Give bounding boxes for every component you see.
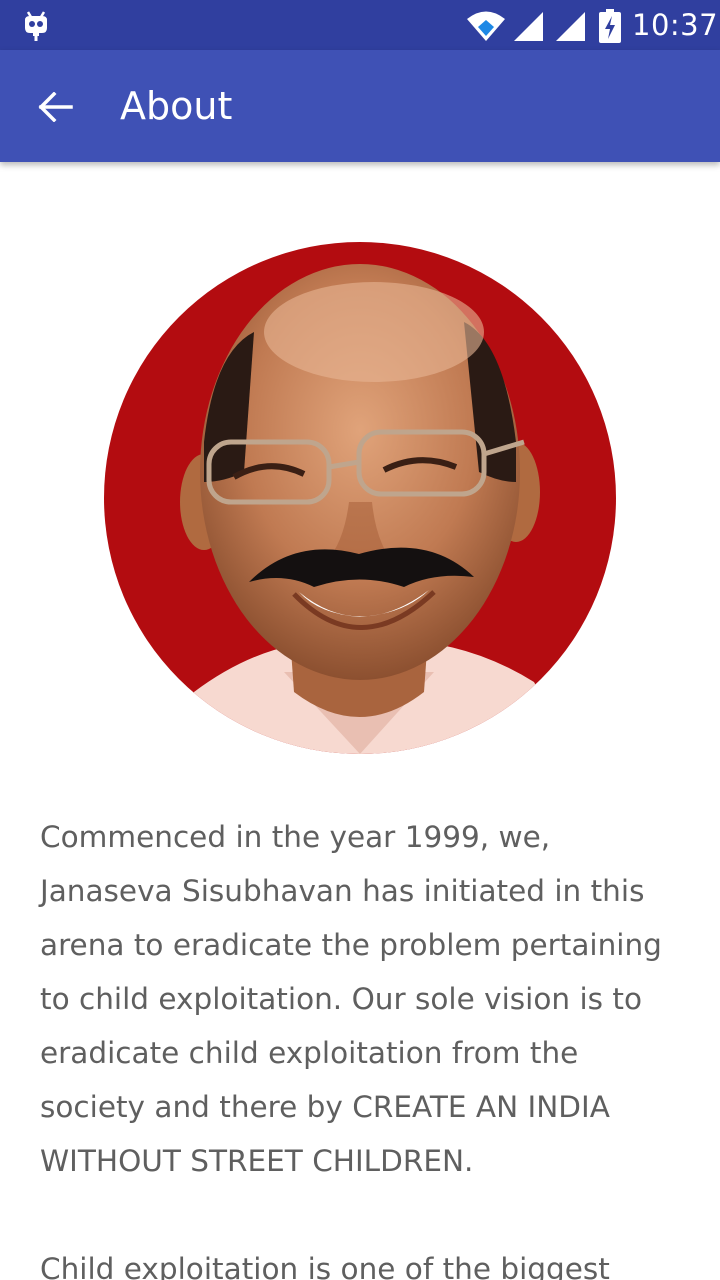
signal-icon	[556, 10, 586, 42]
battery-charging-icon	[598, 9, 622, 43]
debug-icon	[22, 10, 50, 42]
profile-photo	[104, 242, 616, 754]
page-title: About	[120, 84, 233, 128]
arrow-back-icon	[38, 92, 73, 122]
about-paragraph-2: Child exploitation is one of the biggest	[40, 1252, 610, 1280]
about-content[interactable]: Commenced in the year 1999, we, Janaseva…	[0, 162, 720, 1280]
status-time: 10:37	[632, 8, 719, 42]
wifi-icon	[466, 10, 506, 42]
app-bar: About	[0, 50, 720, 162]
back-button[interactable]	[24, 74, 88, 138]
signal-icon	[514, 10, 544, 42]
about-paragraph-1: Commenced in the year 1999, we, Janaseva…	[40, 820, 662, 1178]
status-bar: 10:37	[0, 0, 720, 50]
